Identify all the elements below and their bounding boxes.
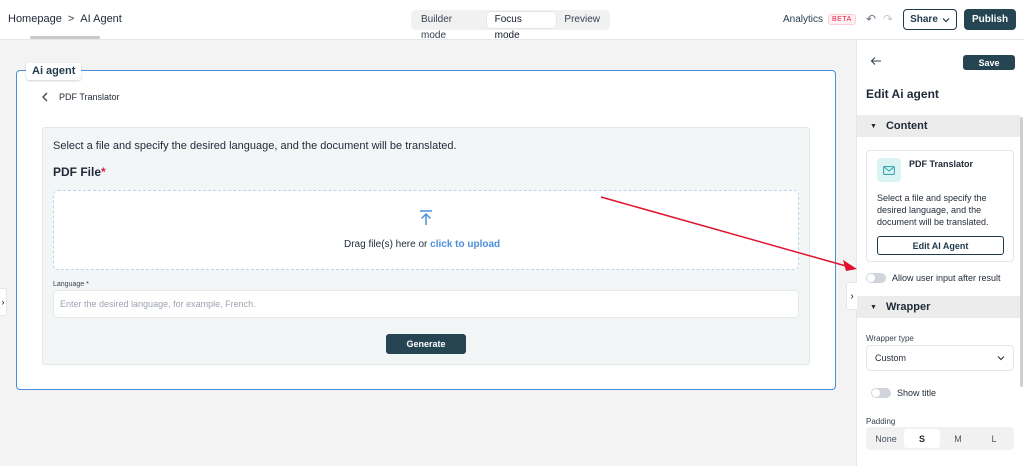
pdf-file-label: PDF File* <box>53 165 106 179</box>
padding-option-none[interactable]: None <box>868 429 904 448</box>
faded-breadcrumb-remnant <box>30 33 110 41</box>
panel-scrollbar[interactable] <box>1020 117 1023 387</box>
save-button[interactable]: Save <box>963 55 1015 70</box>
chevron-right-icon: › <box>1 297 5 307</box>
agent-name: PDF Translator <box>59 92 120 102</box>
frame-tag[interactable]: Ai agent <box>26 63 82 80</box>
required-mark: * <box>101 165 106 179</box>
show-title-label: Show title <box>897 388 937 398</box>
arrow-left-icon[interactable] <box>870 56 882 66</box>
generate-button[interactable]: Generate <box>386 334 466 354</box>
breadcrumb-separator-icon: > <box>67 13 75 25</box>
wrapper-type-select[interactable]: Custom <box>866 345 1014 371</box>
top-bar: Homepage > AI Agent Builder mode Focus m… <box>0 0 1024 41</box>
chevron-down-icon <box>942 17 950 22</box>
caret-down-icon: ▼ <box>870 303 877 311</box>
wrapper-section-header[interactable]: ▼ Wrapper <box>857 296 1020 318</box>
tab-builder-mode[interactable]: Builder mode <box>413 12 487 41</box>
agent-intro-text: Select a file and specify the desired la… <box>53 140 457 152</box>
tab-focus-mode[interactable]: Focus mode <box>486 12 557 41</box>
padding-option-m[interactable]: M <box>940 429 976 448</box>
card-title: PDF Translator <box>909 159 974 169</box>
padding-label: Padding <box>866 417 896 426</box>
analytics-label: Analytics <box>783 14 824 25</box>
tab-preview[interactable]: Preview <box>556 12 608 28</box>
allow-input-toggle[interactable] <box>866 273 886 283</box>
mode-switcher: Builder mode Focus mode Preview <box>411 10 610 41</box>
language-label: Language * <box>53 281 89 288</box>
dropzone-text: Drag file(s) here or click to upload <box>344 239 501 250</box>
file-dropzone[interactable] <box>53 190 799 270</box>
share-label: Share <box>910 14 938 25</box>
wrapper-type-label: Wrapper type <box>866 334 914 343</box>
card-description: Select a file and specify the desired la… <box>877 193 989 227</box>
chevron-left-icon[interactable] <box>41 92 49 102</box>
wrapper-section-label: Wrapper <box>885 301 931 313</box>
padding-option-l[interactable]: L <box>976 429 1012 448</box>
right-panel-toggle[interactable]: › <box>846 282 857 310</box>
share-button[interactable]: Share <box>903 9 957 30</box>
analytics-link[interactable]: Analytics BETA <box>783 14 856 25</box>
language-input[interactable] <box>53 290 799 318</box>
edit-ai-agent-button[interactable]: Edit AI Agent <box>877 236 1004 255</box>
show-title-toggle[interactable] <box>871 388 891 398</box>
redo-icon[interactable]: ↷ <box>883 12 893 26</box>
agent-header[interactable]: PDF Translator <box>41 92 120 102</box>
chevron-down-icon <box>997 356 1005 361</box>
beta-badge: BETA <box>828 14 856 25</box>
undo-icon[interactable]: ↶ <box>866 12 876 26</box>
wrapper-type-value: Custom <box>875 353 907 363</box>
caret-down-icon: ▼ <box>870 122 877 130</box>
envelope-icon <box>877 158 901 182</box>
panel-title: Edit Ai agent <box>866 87 939 101</box>
publish-button[interactable]: Publish <box>964 9 1016 30</box>
content-section-header[interactable]: ▼ Content <box>857 115 1020 137</box>
breadcrumb-homepage[interactable]: Homepage <box>8 13 62 25</box>
upload-icon[interactable] <box>418 209 434 227</box>
chevron-right-icon: › <box>850 290 854 302</box>
allow-input-label: Allow user input after result <box>892 273 1001 283</box>
content-section-label: Content <box>885 120 928 132</box>
breadcrumb-ai-agent[interactable]: AI Agent <box>80 13 122 25</box>
left-panel-toggle[interactable]: › <box>0 288 7 316</box>
padding-segmented-control: None S M L <box>866 427 1014 450</box>
breadcrumb: Homepage > AI Agent <box>8 13 122 25</box>
click-to-upload-link[interactable]: click to upload <box>430 239 500 250</box>
padding-option-s[interactable]: S <box>904 429 940 448</box>
